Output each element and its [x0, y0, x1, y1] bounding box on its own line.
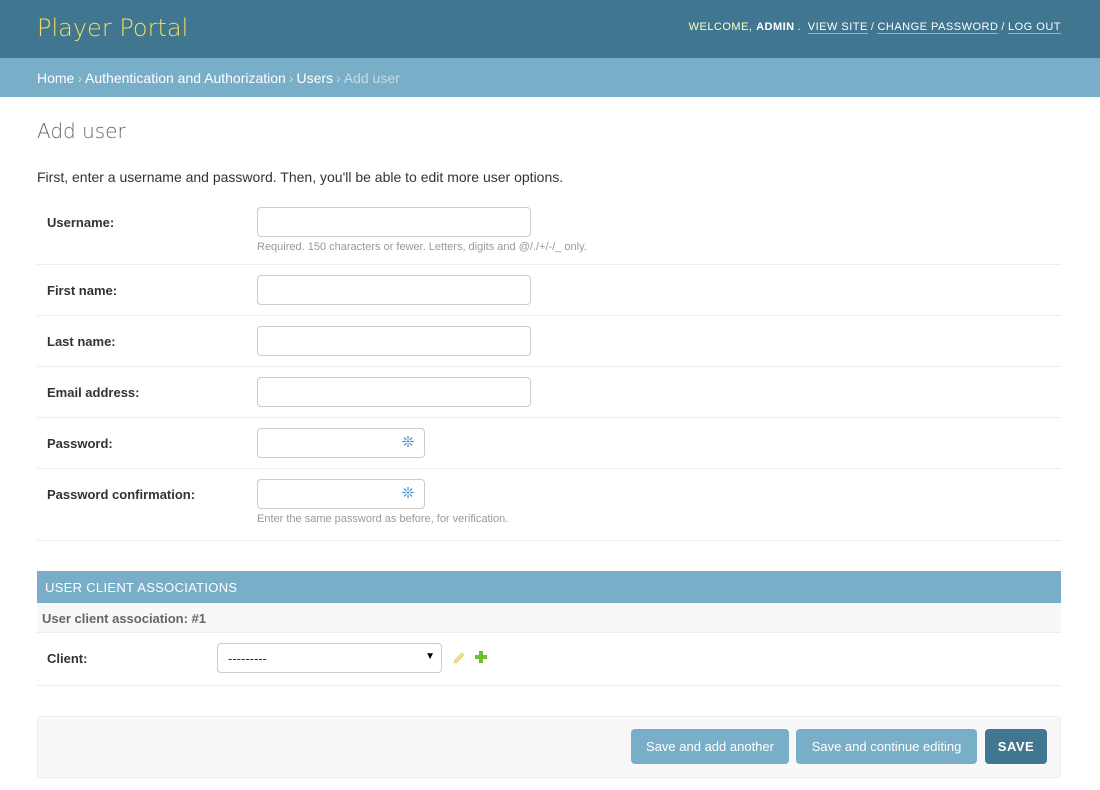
breadcrumb-separator: › — [288, 70, 294, 86]
page-title: Add user — [37, 119, 126, 143]
inline-item-title: User client association: #1 — [37, 603, 1061, 633]
inline-section-header: USER CLIENT ASSOCIATIONS — [37, 571, 1061, 603]
breadcrumb-app-link[interactable]: Authentication and Authorization — [85, 70, 286, 86]
log-out-link[interactable]: LOG OUT — [1007, 21, 1061, 34]
caret-down-icon: ▼ — [425, 651, 435, 662]
username-label: Username: — [47, 215, 115, 230]
form-row-email: Email address: — [37, 367, 1061, 418]
site-header: Player Portal WELCOME, ADMIN. VIEW SITE /… — [0, 0, 1100, 58]
save-and-add-another-button[interactable]: Save and add another — [631, 729, 789, 764]
breadcrumb-model-link[interactable]: Users — [297, 70, 334, 86]
welcome-text: WELCOME, — [688, 21, 753, 33]
form-row-password-confirmation: Password confirmation: ❊ Enter the same … — [37, 469, 1061, 541]
form-row-first-name: First name: — [37, 265, 1061, 316]
breadcrumb-separator: › — [77, 70, 83, 86]
form-row-password: Password: ❊ — [37, 418, 1061, 469]
last-name-input[interactable] — [257, 326, 531, 356]
plus-icon[interactable] — [474, 650, 488, 664]
client-select[interactable]: --------- ▼ — [217, 643, 442, 673]
breadcrumb-home-link[interactable]: Home — [37, 70, 74, 86]
email-label: Email address: — [47, 385, 140, 400]
client-label: Client: — [47, 651, 88, 666]
save-and-continue-button[interactable]: Save and continue editing — [796, 729, 977, 764]
breadcrumb-separator: › — [336, 70, 341, 86]
client-select-value: --------- — [228, 651, 267, 666]
current-username: ADMIN — [756, 21, 795, 33]
sparkle-icon[interactable]: ❊ — [400, 435, 416, 451]
first-name-label: First name: — [47, 283, 118, 298]
email-field[interactable] — [257, 377, 531, 407]
separator: / — [1001, 21, 1005, 33]
separator: / — [870, 21, 875, 33]
username-help-text: Required. 150 characters or fewer. Lette… — [257, 241, 587, 253]
user-tools: WELCOME, ADMIN. VIEW SITE / CHANGE PASSWOR… — [688, 21, 1061, 34]
password-confirmation-help-text: Enter the same password as before, for v… — [257, 513, 509, 525]
breadcrumb-current: Add user — [343, 70, 400, 86]
save-button[interactable]: SAVE — [985, 729, 1047, 764]
pencil-icon[interactable] — [452, 651, 466, 665]
first-name-input[interactable] — [257, 275, 531, 305]
password-label: Password: — [47, 436, 113, 451]
form-row-last-name: Last name: — [37, 316, 1061, 367]
username-input[interactable] — [257, 207, 531, 237]
submit-row: Save and add another Save and continue e… — [37, 716, 1061, 778]
separator: . — [797, 21, 802, 33]
intro-text: First, enter a username and password. Th… — [37, 169, 564, 185]
change-password-link[interactable]: CHANGE PASSWORD — [877, 21, 999, 34]
sparkle-icon[interactable]: ❊ — [400, 486, 416, 502]
view-site-link[interactable]: VIEW SITE — [807, 21, 868, 34]
last-name-label: Last name: — [47, 334, 116, 349]
site-brand[interactable]: Player Portal — [37, 14, 188, 42]
form-row-username: Username: Required. 150 characters or fe… — [37, 201, 1061, 265]
password-confirmation-label: Password confirmation: — [47, 487, 196, 502]
form-row-client: Client: --------- ▼ — [37, 633, 1061, 686]
breadcrumb: Home › Authentication and Authorization › Us… — [0, 58, 1100, 97]
